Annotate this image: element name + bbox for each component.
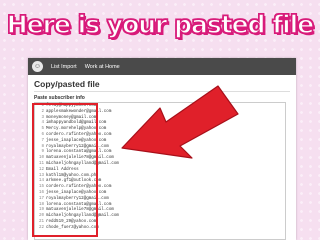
app-header: ☺ List Import Work at Home — [28, 58, 296, 75]
headline: Here is your pasted file — [6, 9, 315, 39]
nav-work-at-home[interactable]: Work at Home — [85, 64, 120, 70]
nav-list-import[interactable]: List Import — [51, 64, 77, 70]
page-title: Copy/pasted file — [34, 79, 100, 89]
screenshot-panel: ☺ List Import Work at Home Copy/pasted f… — [28, 58, 296, 240]
avatar-icon[interactable]: ☺ — [32, 61, 43, 72]
highlight-box — [32, 103, 98, 237]
